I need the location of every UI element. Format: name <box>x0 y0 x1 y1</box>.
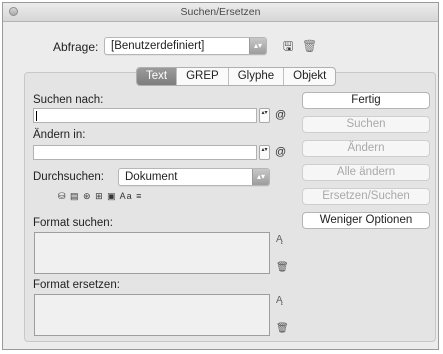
clear-format-icon[interactable]: 🗑 <box>276 323 289 334</box>
clear-format-icon[interactable]: 🗑 <box>276 262 289 273</box>
tab-bar: Text GREP Glyphe Objekt <box>136 67 337 86</box>
change-button[interactable]: Ändern <box>302 140 430 157</box>
format-settings-icon[interactable]: Ą <box>276 234 283 245</box>
change-input[interactable] <box>33 145 257 160</box>
tab-object[interactable]: Objekt <box>284 68 335 85</box>
change-all-button[interactable]: Alle ändern <box>302 164 430 181</box>
chevron-updown-icon: ▴▾ <box>249 38 266 54</box>
change-find-button[interactable]: Ersetzen/Suchen <box>302 188 430 205</box>
search-in-value: Dokument <box>125 171 178 183</box>
window-title: Suchen/Ersetzen <box>180 6 261 18</box>
find-label: Suchen nach: <box>33 94 104 106</box>
special-characters-icon[interactable]: @ <box>275 146 286 158</box>
format-settings-icon[interactable]: Ą <box>276 295 283 306</box>
search-option-icons[interactable]: ⛁ ▤ ⊛ ⊞ ▣ Aa ≡ <box>58 191 142 202</box>
tab-glyph[interactable]: Glyphe <box>229 68 285 85</box>
query-select[interactable]: [Benutzerdefiniert] ▴▾ <box>104 37 267 55</box>
tab-text[interactable]: Text <box>137 68 178 85</box>
search-in-select[interactable]: Dokument ▴▾ <box>118 168 270 186</box>
find-format-label: Format suchen: <box>33 217 113 229</box>
find-input[interactable] <box>33 108 257 123</box>
chevron-updown-icon: ▴▾ <box>252 169 269 185</box>
done-button[interactable]: Fertig <box>302 92 430 109</box>
query-value: [Benutzerdefiniert] <box>111 40 205 52</box>
tab-grep[interactable]: GREP <box>177 68 229 85</box>
delete-query-icon[interactable]: 🗑 <box>302 40 317 52</box>
text-caret <box>36 111 37 121</box>
change-format-label: Format ersetzen: <box>33 279 120 291</box>
find-format-box[interactable] <box>34 232 270 274</box>
query-label: Abfrage: <box>53 40 99 54</box>
find-history-stepper[interactable]: ▴▾ <box>259 108 270 123</box>
change-label: Ändern in: <box>33 129 86 141</box>
save-query-icon[interactable]: 🖫 <box>283 40 293 52</box>
change-history-stepper[interactable]: ▴▾ <box>259 145 270 160</box>
find-button[interactable]: Suchen <box>302 116 430 133</box>
special-characters-icon[interactable]: @ <box>275 109 286 121</box>
fewer-options-button[interactable]: Weniger Optionen <box>302 212 430 229</box>
title-bar: Suchen/Ersetzen <box>3 3 438 22</box>
change-format-box[interactable] <box>34 294 270 336</box>
search-in-label: Durchsuchen: <box>33 171 104 183</box>
